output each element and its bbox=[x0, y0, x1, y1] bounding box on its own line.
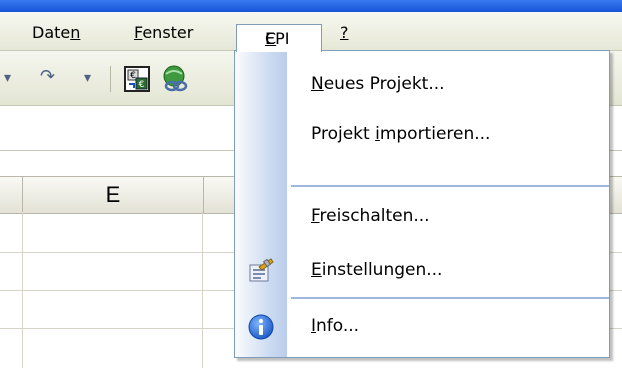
epic-dropdown-menu: Neues Projekt... Projekt importieren... … bbox=[234, 50, 610, 358]
menu-icon-strip bbox=[235, 51, 287, 357]
menu-epic-accel: C bbox=[265, 29, 277, 48]
menu-daten-accel: n bbox=[70, 23, 81, 42]
globe-link-icon[interactable] bbox=[160, 64, 192, 94]
toolbar-separator bbox=[110, 66, 111, 92]
freischalten-accel: F bbox=[311, 206, 320, 226]
menu-separator bbox=[291, 185, 609, 187]
freischalten-label: reischalten... bbox=[319, 206, 430, 226]
menu-item-info[interactable]: Info... bbox=[311, 311, 359, 341]
redo-dropdown-arrow[interactable]: ▾ bbox=[84, 70, 91, 86]
menu-help[interactable]: ? bbox=[340, 22, 349, 44]
projekt-importieren-prefix: Projekt bbox=[311, 124, 376, 144]
einstellungen-accel: E bbox=[311, 260, 322, 280]
window-title-bar bbox=[0, 0, 622, 12]
projekt-importieren-label: mportieren... bbox=[379, 124, 491, 144]
menu-fenster[interactable]: Fenster bbox=[134, 22, 193, 44]
svg-text:€: € bbox=[130, 71, 136, 81]
menu-item-freischalten[interactable]: Freischalten... bbox=[311, 201, 430, 231]
menu-item-neues-projekt[interactable]: Neues Projekt... bbox=[311, 69, 445, 99]
menu-daten[interactable]: Daten bbox=[32, 22, 80, 44]
undo-dropdown-arrow[interactable]: ▾ bbox=[4, 70, 11, 86]
menu-item-projekt-importieren[interactable]: Projekt importieren... bbox=[311, 119, 490, 149]
neues-projekt-label: eues Projekt... bbox=[323, 74, 445, 94]
neues-projekt-accel: N bbox=[311, 74, 324, 94]
einstellungen-label: instellungen... bbox=[321, 260, 443, 280]
menu-item-einstellungen[interactable]: Einstellungen... bbox=[311, 255, 442, 285]
euro-convert-icon[interactable]: € € bbox=[122, 64, 152, 94]
settings-icon bbox=[249, 258, 274, 282]
menu-fenster-label: enster bbox=[142, 23, 194, 42]
info-icon bbox=[248, 314, 274, 340]
svg-text:€: € bbox=[139, 80, 145, 90]
menu-daten-label: Date bbox=[32, 23, 71, 42]
menu-separator bbox=[291, 297, 609, 299]
redo-icon[interactable]: ↷ bbox=[40, 66, 55, 87]
menu-help-label: ? bbox=[340, 23, 349, 42]
info-label: nfo... bbox=[316, 316, 360, 336]
menu-epic[interactable]: EPI C bbox=[236, 24, 322, 52]
column-header-e[interactable]: E bbox=[22, 177, 204, 213]
